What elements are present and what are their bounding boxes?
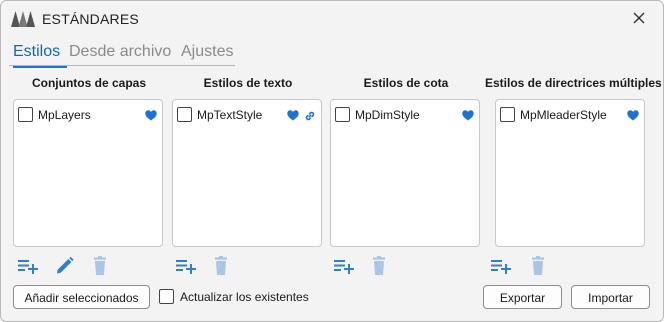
column-title: Estilos de texto	[203, 76, 293, 90]
list-item[interactable]: MpDimStyle	[335, 106, 475, 124]
add-list-icon[interactable]	[490, 256, 512, 276]
column-title: Estilos de directrices múltiples	[485, 76, 662, 90]
window-title: ESTÁNDARES	[42, 11, 139, 27]
trash-icon[interactable]	[89, 256, 111, 276]
column-title: Estilos de cota	[363, 76, 449, 90]
tab-desde-archivo[interactable]: Desde archivo	[69, 43, 171, 61]
heart-icon[interactable]	[627, 110, 639, 121]
tab-ajustes[interactable]: Ajustes	[181, 43, 233, 61]
add-selected-button[interactable]: Añadir seleccionados	[13, 285, 150, 309]
text-styles-list[interactable]: MpTextStyle	[172, 99, 322, 247]
item-label: MpMleaderStyle	[520, 108, 607, 122]
item-checkbox[interactable]	[177, 107, 192, 122]
tab-divider	[9, 65, 235, 66]
trash-icon[interactable]	[210, 256, 232, 276]
add-list-icon[interactable]	[175, 256, 197, 276]
import-button[interactable]: Importar	[571, 285, 650, 309]
column-title: Conjuntos de capas	[31, 76, 147, 90]
item-label: MpLayers	[38, 108, 91, 122]
mleader-styles-list[interactable]: MpMleaderStyle	[495, 99, 645, 247]
item-label: MpTextStyle	[197, 108, 263, 122]
standards-dialog: ESTÁNDARES Estilos Desde archivo Ajustes…	[0, 0, 664, 322]
heart-icon[interactable]	[145, 110, 157, 121]
update-existing-checkbox[interactable]	[159, 289, 174, 304]
item-label: MpDimStyle	[355, 108, 420, 122]
trash-icon[interactable]	[368, 256, 390, 276]
heart-icon[interactable]	[462, 110, 474, 121]
tab-estilos[interactable]: Estilos	[13, 43, 60, 61]
item-checkbox[interactable]	[335, 107, 350, 122]
export-button[interactable]: Exportar	[483, 285, 562, 309]
list-item[interactable]: MpLayers	[18, 106, 158, 124]
add-list-icon[interactable]	[333, 256, 355, 276]
pencil-icon[interactable]	[54, 256, 76, 276]
list-item[interactable]: MpMleaderStyle	[500, 106, 640, 124]
list-item[interactable]: MpTextStyle	[177, 106, 317, 124]
update-existing-label: Actualizar los existentes	[180, 290, 309, 304]
item-checkbox[interactable]	[18, 107, 33, 122]
heart-icon[interactable]	[287, 110, 299, 121]
link-icon[interactable]	[304, 110, 316, 122]
dim-styles-list[interactable]: MpDimStyle	[330, 99, 480, 247]
app-logo-icon	[11, 11, 35, 27]
title-bar: ESTÁNDARES	[1, 1, 663, 37]
item-checkbox[interactable]	[500, 107, 515, 122]
layer-sets-list[interactable]: MpLayers	[13, 99, 163, 247]
add-list-icon[interactable]	[17, 256, 39, 276]
active-tab-indicator	[13, 66, 67, 68]
trash-icon[interactable]	[527, 256, 549, 276]
close-icon[interactable]	[631, 10, 647, 26]
